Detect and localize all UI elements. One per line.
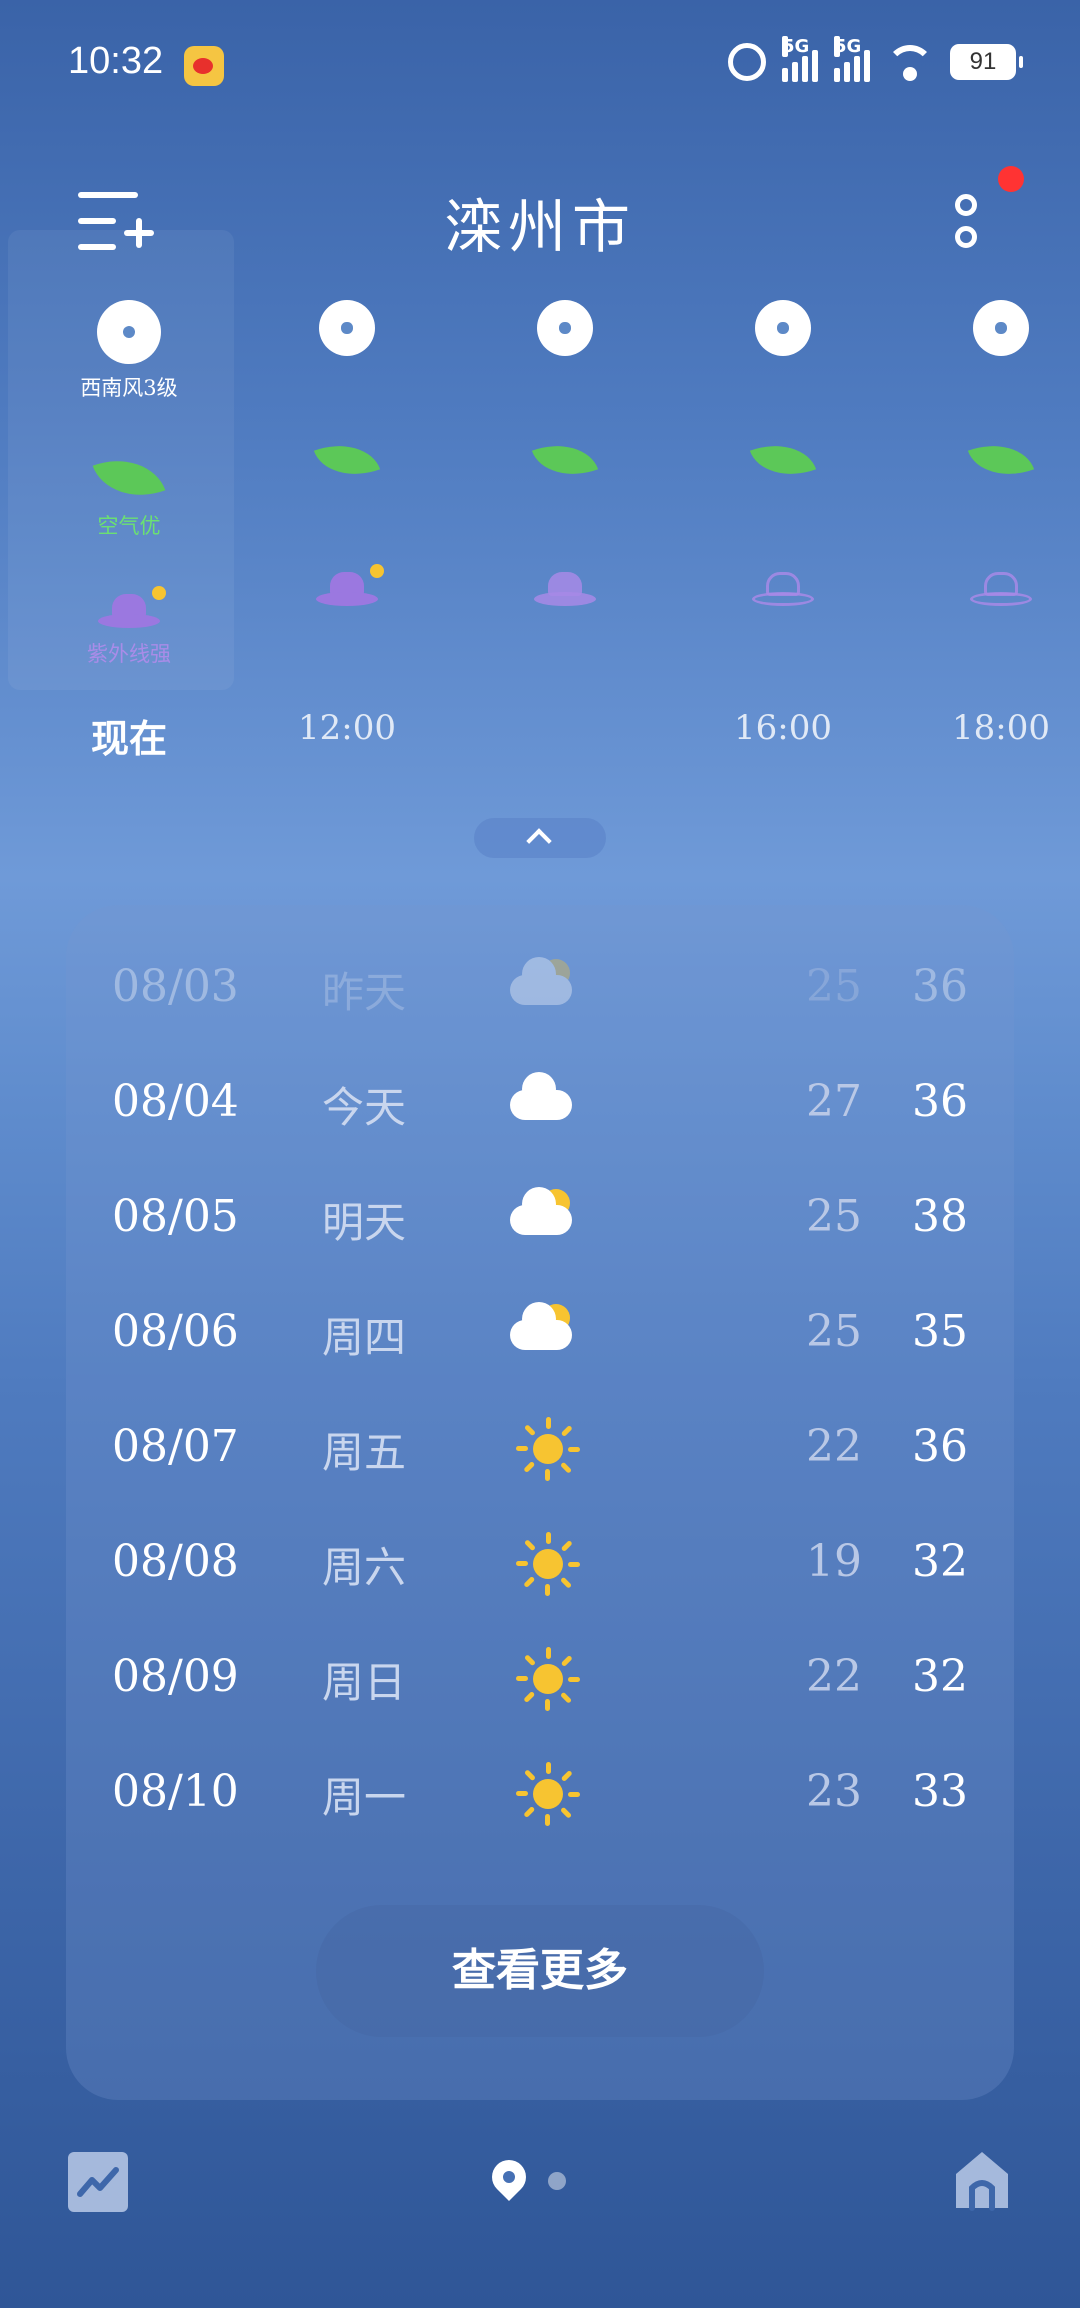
daily-forecast-card: 08/03 昨天 25 36 08/04 今天 27 36 08/05 明天 2… (66, 905, 1014, 2100)
see-more-button[interactable]: 查看更多 (316, 1905, 764, 2037)
wind-icon (97, 300, 161, 364)
forecast-high: 38 (912, 1191, 968, 1242)
forecast-day: 今天 (322, 1083, 407, 1132)
forecast-day: 周四 (322, 1313, 407, 1362)
collapse-toggle-button[interactable] (474, 818, 606, 858)
sun-icon (506, 1647, 580, 1711)
forecast-date: 08/05 (112, 1191, 239, 1242)
forecast-date: 08/04 (112, 1076, 239, 1127)
status-bar: 10:32 5G 5G 91 (0, 0, 1080, 130)
weibo-icon (184, 46, 224, 86)
forecast-date: 08/10 (112, 1766, 239, 1817)
more-options-button[interactable] (952, 190, 982, 254)
forecast-high: 36 (912, 1076, 968, 1127)
uv-hat-icon (752, 572, 814, 608)
hourly-item[interactable] (708, 300, 858, 608)
forecast-day: 周日 (322, 1658, 407, 1707)
wifi-icon (886, 45, 934, 81)
sun-icon (506, 1532, 580, 1596)
hourly-item[interactable] (926, 300, 1076, 608)
forecast-row[interactable]: 08/03 昨天 25 36 (66, 947, 1014, 1027)
forecast-high: 36 (912, 1421, 968, 1472)
forecast-high: 32 (912, 1536, 968, 1587)
forecast-date: 08/09 (112, 1651, 239, 1702)
sun-shape (516, 1417, 580, 1481)
hourly-now[interactable]: 西南风3级 空气优 紫外线强 (54, 300, 204, 668)
forecast-high: 33 (912, 1766, 968, 1817)
hour-label: 18:00 (952, 708, 1050, 748)
forecast-row[interactable]: 08/10 周一 23 33 (66, 1752, 1014, 1832)
alarm-icon (728, 43, 766, 81)
uv-hat-icon (534, 572, 596, 608)
forecast-day: 明天 (322, 1198, 407, 1247)
hour-label-now: 现在 (90, 716, 167, 761)
sun-icon (506, 1762, 580, 1826)
forecast-low: 22 (806, 1651, 862, 1702)
page-indicator-dot[interactable] (548, 2172, 566, 2190)
partly-cloudy-icon (506, 1302, 576, 1362)
signal-icon: 5G (834, 36, 870, 82)
location-pin-icon[interactable] (484, 2152, 534, 2202)
signal-icon: 5G (782, 36, 818, 82)
partly-cloudy-icon (506, 957, 576, 1017)
notification-dot (998, 166, 1024, 192)
uv-hat-icon (316, 564, 384, 608)
hour-label: 16:00 (734, 708, 832, 748)
wind-icon (537, 300, 593, 356)
air-quality-icon (92, 445, 166, 511)
forecast-low: 25 (806, 1191, 862, 1242)
clock: 10:32 (68, 40, 164, 82)
forecast-date: 08/06 (112, 1306, 239, 1357)
uv-hat-icon (970, 572, 1032, 608)
uv-hat-icon (98, 586, 166, 630)
sun-shape (516, 1532, 580, 1596)
forecast-date: 08/07 (112, 1421, 239, 1472)
air-quality-label: 空气优 (97, 514, 161, 538)
forecast-high: 32 (912, 1651, 968, 1702)
forecast-day: 昨天 (322, 968, 407, 1017)
partly-cloudy-icon (506, 1187, 576, 1247)
forecast-low: 19 (806, 1536, 862, 1587)
forecast-row[interactable]: 08/08 周六 19 32 (66, 1522, 1014, 1602)
wind-icon (973, 300, 1029, 356)
hourly-item[interactable] (490, 300, 640, 608)
forecast-row[interactable]: 08/04 今天 27 36 (66, 1062, 1014, 1142)
forecast-high: 35 (912, 1306, 968, 1357)
forecast-low: 25 (806, 1306, 862, 1357)
uv-label: 紫外线强 (87, 642, 171, 666)
home-button[interactable] (952, 2148, 1012, 2212)
hour-label: 12:00 (298, 708, 396, 748)
forecast-day: 周一 (322, 1773, 407, 1822)
forecast-high: 36 (912, 961, 968, 1012)
sun-icon (506, 1417, 580, 1481)
wind-label: 西南风3级 (80, 376, 178, 400)
forecast-date: 08/08 (112, 1536, 239, 1587)
sun-shape (516, 1647, 580, 1711)
forecast-row[interactable]: 08/09 周日 22 32 (66, 1637, 1014, 1717)
wind-icon (755, 300, 811, 356)
forecast-low: 25 (806, 961, 862, 1012)
cloud-icon (506, 1072, 576, 1132)
forecast-row[interactable]: 08/07 周五 22 36 (66, 1407, 1014, 1487)
forecast-low: 27 (806, 1076, 862, 1127)
home-icon (956, 2152, 1008, 2211)
forecast-low: 23 (806, 1766, 862, 1817)
forecast-day: 周六 (322, 1543, 407, 1592)
wind-icon (319, 300, 375, 356)
forecast-day: 周五 (322, 1428, 407, 1477)
forecast-row[interactable]: 08/05 明天 25 38 (66, 1177, 1014, 1257)
forecast-row[interactable]: 08/06 周四 25 35 (66, 1292, 1014, 1372)
sun-shape (516, 1762, 580, 1826)
forecast-date: 08/03 (112, 961, 239, 1012)
battery-icon: 91 (950, 44, 1023, 80)
trend-icon (77, 2167, 119, 2197)
trend-chart-button[interactable] (68, 2152, 128, 2212)
hourly-item[interactable] (272, 300, 422, 608)
forecast-low: 22 (806, 1421, 862, 1472)
